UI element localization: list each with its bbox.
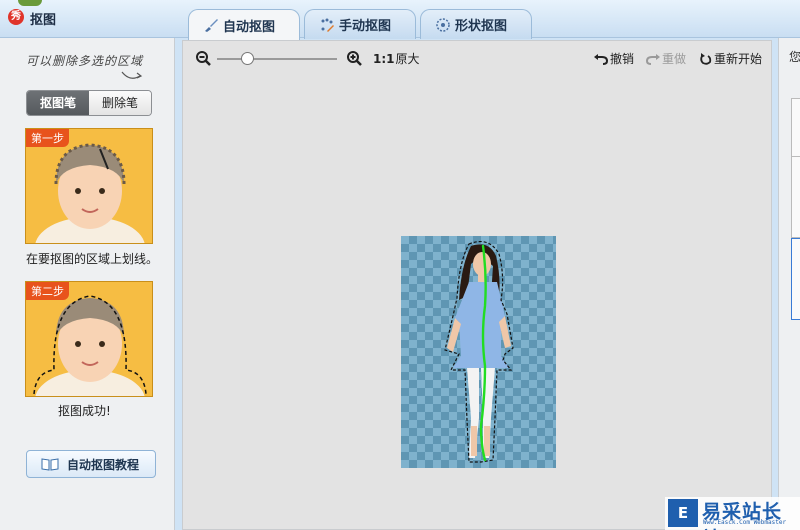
hint-text: 可以删除多选的区域: [26, 54, 144, 68]
redo-label: 重做: [662, 52, 687, 66]
curved-arrow-icon: [121, 71, 143, 79]
thumbnail[interactable]: [791, 238, 800, 320]
undo-label: 撤销: [610, 52, 635, 66]
app-logo-icon: 秀: [8, 9, 24, 25]
redo-button[interactable]: 重做: [646, 50, 686, 67]
right-panel-label: 您: [789, 50, 800, 64]
watermark: E 易采站长站 Www.Easck.Com Webmaster: [665, 497, 800, 530]
canvas-area: 1:1原大 撤销 重做 重新开始: [182, 40, 772, 530]
toolbar: 1:1原大 撤销 重做 重新开始: [183, 41, 771, 73]
restart-icon: [700, 52, 712, 65]
zoom-slider-thumb[interactable]: [241, 52, 254, 65]
tab-label: 自动抠图: [223, 19, 276, 35]
dotted-brush-icon: [321, 18, 334, 32]
erase-brush-button[interactable]: 删除笔: [89, 91, 151, 115]
watermark-subtext: Www.Easck.Com Webmaster: [703, 519, 787, 526]
step-two-image: 第二步: [25, 281, 153, 397]
redo-icon: [646, 53, 660, 65]
restart-button[interactable]: 重新开始: [698, 50, 762, 67]
undo-button[interactable]: 撤销: [594, 50, 634, 67]
tutorial-label: 自动抠图教程: [67, 457, 140, 472]
right-panel: 您: [778, 38, 800, 530]
actual-size-button[interactable]: 1:1原大: [373, 50, 420, 67]
actual-size-ratio: 1:1: [373, 52, 395, 66]
undo-icon: [594, 53, 608, 65]
step-one-image: 第一步: [25, 128, 153, 244]
tab-auto-cutout[interactable]: 自动抠图: [188, 9, 300, 40]
tab-label: 形状抠图: [455, 19, 508, 34]
brush-icon: [205, 19, 218, 32]
step-one-caption: 在要抠图的区域上划线。: [26, 252, 159, 266]
shape-icon: [436, 17, 450, 32]
watermark-logo: E: [668, 499, 698, 527]
step-two-caption: 抠图成功!: [58, 404, 111, 418]
zoom-slider-track[interactable]: [217, 58, 337, 60]
restart-label: 重新开始: [714, 52, 763, 66]
actual-size-label: 原大: [395, 52, 420, 66]
book-icon: [41, 458, 59, 471]
tab-shape-cutout[interactable]: 形状抠图: [420, 9, 532, 39]
step-badge: 第二步: [26, 282, 69, 300]
image-canvas[interactable]: [401, 236, 556, 468]
woman-cutout-image: [444, 241, 514, 463]
tab-manual-cutout[interactable]: 手动抠图: [304, 9, 416, 39]
tab-label: 手动抠图: [339, 19, 392, 34]
left-panel: 可以删除多选的区域 抠图笔 删除笔 第一步 在要抠图的区域上划线。 第二步 抠图…: [0, 38, 175, 530]
brush-mode-toggle: 抠图笔 删除笔: [26, 90, 152, 116]
zoom-in-icon[interactable]: [346, 50, 362, 66]
window-title: 抠图: [30, 13, 57, 28]
step-badge: 第一步: [26, 129, 69, 147]
tutorial-button[interactable]: 自动抠图教程: [26, 450, 156, 478]
decoration: [18, 0, 42, 6]
thumbnail[interactable]: [791, 156, 800, 238]
draw-brush-button[interactable]: 抠图笔: [27, 91, 89, 115]
zoom-out-icon[interactable]: [195, 50, 211, 66]
